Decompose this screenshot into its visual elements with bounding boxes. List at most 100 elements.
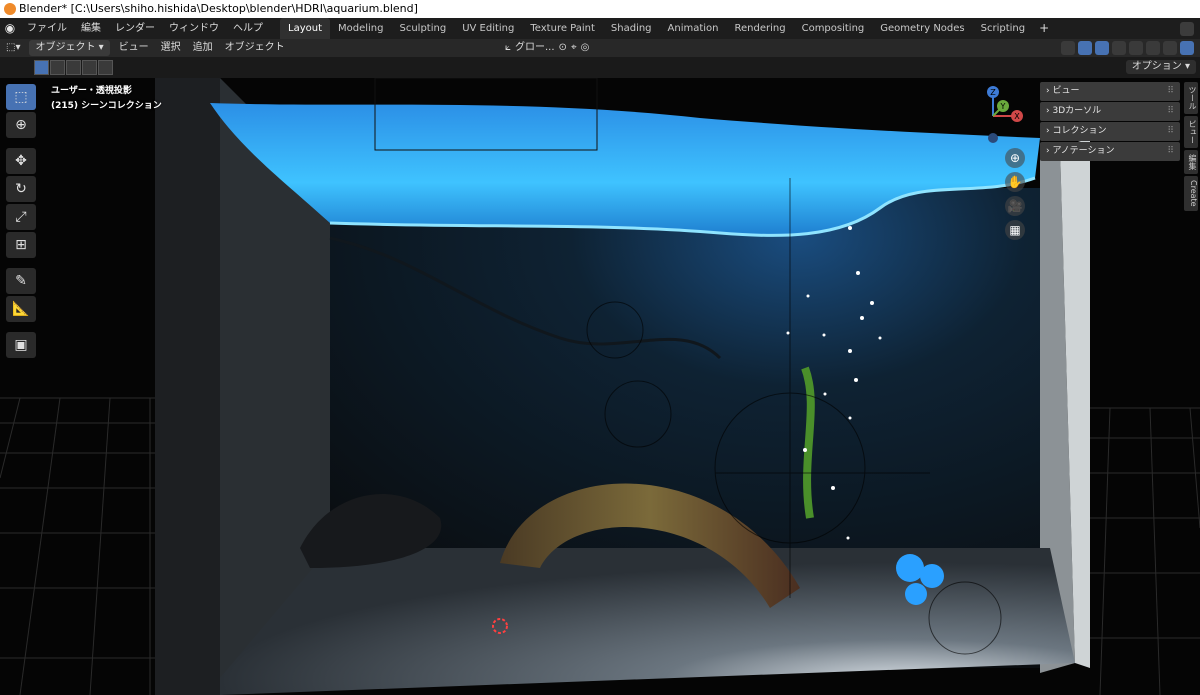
- zoom-icon[interactable]: ⊕: [1005, 148, 1025, 168]
- interaction-mode-dropdown[interactable]: オブジェクト ▾: [29, 40, 110, 56]
- pivot-icon[interactable]: ⊙: [559, 39, 567, 57]
- tank-left-wall-outer: [155, 78, 220, 695]
- cursor-tool[interactable]: ⊕: [6, 112, 36, 138]
- view-name: ユーザー・透視投影: [51, 86, 132, 96]
- sidebar-panel: › ビュー ⠿ › 3Dカーソル ⠿ › コレクション ⠿ › アノテーション ⠿: [1040, 82, 1180, 161]
- editor-type-icon[interactable]: ⬚▾: [0, 39, 26, 57]
- window-title: Blender* [C:\Users\shiho.hishida\Desktop…: [19, 2, 418, 15]
- add-cube-tool[interactable]: ▣: [6, 332, 36, 358]
- gizmo-neg-z[interactable]: [988, 133, 998, 143]
- snap-icon[interactable]: ⌖: [571, 39, 577, 57]
- title-bar: Blender* [C:\Users\shiho.hishida\Desktop…: [0, 0, 1200, 18]
- menu-render[interactable]: レンダー: [108, 18, 162, 39]
- transform-controls: ⟀ グロー... ⊙ ⌖ ◎: [505, 39, 589, 57]
- move-tool[interactable]: ✥: [6, 148, 36, 174]
- top-menu-bar: ◉ ファイル 編集 レンダー ウィンドウ ヘルプ Layout Modeling…: [0, 18, 1200, 39]
- navigation-buttons: ⊕ ✋ 🎥 ▦: [1005, 148, 1025, 240]
- tab-sculpting[interactable]: Sculpting: [392, 18, 455, 39]
- blender-menu-icon[interactable]: ◉: [0, 18, 20, 39]
- select-extend-icon[interactable]: [50, 60, 65, 75]
- pan-hand-icon[interactable]: ✋: [1005, 172, 1025, 192]
- navigation-gizmo[interactable]: Z Y X: [963, 84, 1023, 144]
- panel-annotation[interactable]: › アノテーション ⠿: [1040, 142, 1180, 161]
- panel-3d-cursor[interactable]: › 3Dカーソル ⠿: [1040, 102, 1180, 121]
- viewport-header: ⬚▾ オブジェクト ▾ ビュー 選択 追加 オブジェクト ⟀ グロー... ⊙ …: [0, 39, 1200, 57]
- transform-tool[interactable]: ⊞: [6, 232, 36, 258]
- drag-grip-icon[interactable]: ⠿: [1167, 82, 1174, 101]
- sidebar-tab-tool[interactable]: ツール: [1184, 82, 1198, 114]
- drag-grip-icon[interactable]: ⠿: [1167, 102, 1174, 121]
- xray-icon[interactable]: [1112, 41, 1126, 55]
- panel-view-label: ビュー: [1052, 86, 1080, 96]
- mode-label: オブジェクト: [35, 42, 96, 53]
- collection-name: (215) シーンコレクション: [51, 101, 162, 111]
- options-label: オプション: [1131, 61, 1182, 72]
- overlay-toggle-icon[interactable]: [1095, 41, 1109, 55]
- gizmo-x-label: X: [1014, 112, 1020, 121]
- tab-animation[interactable]: Animation: [660, 18, 727, 39]
- drag-grip-icon[interactable]: ⠿: [1167, 122, 1174, 141]
- menu-help[interactable]: ヘルプ: [226, 18, 270, 39]
- select-box-tool[interactable]: ⬚: [6, 84, 36, 110]
- scale-tool[interactable]: ⤢: [6, 204, 36, 230]
- tab-texture-paint[interactable]: Texture Paint: [522, 18, 603, 39]
- panel-view[interactable]: › ビュー ⠿: [1040, 82, 1180, 101]
- sidebar-tab-create[interactable]: Create: [1184, 176, 1198, 211]
- rotate-tool[interactable]: ↻: [6, 176, 36, 202]
- tab-geometry-nodes[interactable]: Geometry Nodes: [872, 18, 972, 39]
- add-workspace-button[interactable]: +: [1033, 18, 1055, 39]
- panel-collection[interactable]: › コレクション ⠿: [1040, 122, 1180, 141]
- select-new-icon[interactable]: [34, 60, 49, 75]
- shading-controls: [1061, 41, 1194, 55]
- options-dropdown[interactable]: オプション ▾: [1125, 60, 1196, 74]
- menu-file[interactable]: ファイル: [20, 18, 74, 39]
- menu-edit[interactable]: 編集: [74, 18, 108, 39]
- menu-view[interactable]: ビュー: [113, 39, 155, 57]
- material-shading-icon[interactable]: [1163, 41, 1177, 55]
- menu-window[interactable]: ウィンドウ: [162, 18, 226, 39]
- scene-selectors: [1180, 18, 1200, 39]
- tab-scripting[interactable]: Scripting: [973, 18, 1033, 39]
- panel-annotation-label: アノテーション: [1052, 146, 1115, 156]
- tab-rendering[interactable]: Rendering: [727, 18, 794, 39]
- panel-collection-label: コレクション: [1052, 126, 1107, 136]
- tool-settings-bar: オプション ▾: [0, 57, 1200, 78]
- tab-compositing[interactable]: Compositing: [794, 18, 873, 39]
- select-intersect-icon[interactable]: [98, 60, 113, 75]
- tab-layout[interactable]: Layout: [280, 18, 330, 39]
- solid-shading-icon[interactable]: [1146, 41, 1160, 55]
- sidebar-tab-view[interactable]: ビュー: [1184, 116, 1198, 148]
- select-subtract-icon[interactable]: [66, 60, 81, 75]
- measure-tool[interactable]: 📐: [6, 296, 36, 322]
- drag-grip-icon[interactable]: ⠿: [1167, 142, 1174, 161]
- gizmo-z-label: Z: [990, 88, 996, 97]
- select-invert-icon[interactable]: [82, 60, 97, 75]
- select-mode-group: [34, 60, 113, 75]
- viewport-info: ユーザー・透視投影 (215) シーンコレクション: [51, 84, 162, 114]
- gizmo-toggle-icon[interactable]: [1078, 41, 1092, 55]
- transform-orientation-dropdown[interactable]: グロー...: [515, 39, 555, 57]
- gizmo-y-label: Y: [1000, 102, 1006, 111]
- tab-uv-editing[interactable]: UV Editing: [454, 18, 522, 39]
- workspace-tabs: Layout Modeling Sculpting UV Editing Tex…: [280, 18, 1055, 39]
- wireframe-shading-icon[interactable]: [1129, 41, 1143, 55]
- rendered-shading-icon[interactable]: [1180, 41, 1194, 55]
- visibility-icon[interactable]: [1061, 41, 1075, 55]
- menu-select[interactable]: 選択: [155, 39, 187, 57]
- tab-shading[interactable]: Shading: [603, 18, 660, 39]
- perspective-grid-icon[interactable]: ▦: [1005, 220, 1025, 240]
- sand-floor: [220, 548, 1075, 695]
- menu-add[interactable]: 追加: [187, 39, 219, 57]
- tool-shelf: ⬚ ⊕ ✥ ↻ ⤢ ⊞ ✎ 📐 ▣: [6, 84, 36, 358]
- menu-object[interactable]: オブジェクト: [219, 39, 291, 57]
- 3d-viewport[interactable]: ⬚ ⊕ ✥ ↻ ⤢ ⊞ ✎ 📐 ▣ ユーザー・透視投影 (215) シーンコレク…: [0, 78, 1200, 695]
- sidebar-tabs: ツール ビュー 編集 Create: [1184, 82, 1200, 213]
- proportional-edit-icon[interactable]: ◎: [581, 39, 590, 57]
- annotate-tool[interactable]: ✎: [6, 268, 36, 294]
- camera-view-icon[interactable]: 🎥: [1005, 196, 1025, 216]
- blender-logo-icon: [4, 3, 16, 15]
- sidebar-tab-edit[interactable]: 編集: [1184, 150, 1198, 174]
- tab-modeling[interactable]: Modeling: [330, 18, 392, 39]
- panel-3d-cursor-label: 3Dカーソル: [1052, 106, 1102, 116]
- scene-selector-icon[interactable]: [1180, 21, 1194, 36]
